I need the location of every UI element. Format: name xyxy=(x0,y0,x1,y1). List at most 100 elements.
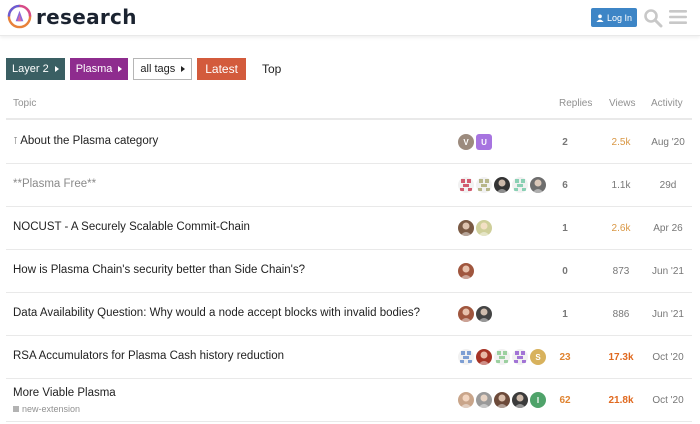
site-header: research Log In xyxy=(0,0,700,36)
category-parent-dropdown[interactable]: Layer 2 xyxy=(6,58,65,80)
category-dropdown[interactable]: Plasma xyxy=(69,58,129,80)
avatar[interactable] xyxy=(512,177,528,193)
avatar[interactable] xyxy=(458,177,474,193)
topic-title-text: How is Plasma Chain's security better th… xyxy=(13,264,306,276)
topic-title-link[interactable]: ⊺ About the Plasma category xyxy=(13,135,158,147)
tag-label: new-extension xyxy=(22,404,81,414)
view-count: 17.3k xyxy=(608,352,634,363)
topic-posters: S xyxy=(458,349,546,365)
topic-row[interactable]: More Viable Plasma new-extension I 62 21.8k O… xyxy=(6,379,692,422)
topic-title-link[interactable]: NOCUST - A Securely Scalable Commit-Chai… xyxy=(13,221,250,233)
caret-right-icon xyxy=(181,66,186,72)
avatar-letter: U xyxy=(481,137,487,147)
avatar[interactable] xyxy=(458,220,474,236)
avatar[interactable] xyxy=(512,392,528,408)
logo-icon xyxy=(7,4,32,29)
topic-row[interactable]: **Plasma Free** 6 1.1k 29d xyxy=(6,164,692,207)
topic-posters xyxy=(458,263,474,279)
reply-count[interactable]: 1 xyxy=(550,293,580,336)
topic-title-text: Data Availability Question: Why would a … xyxy=(13,307,420,319)
topic-row[interactable]: NOCUST - A Securely Scalable Commit-Chai… xyxy=(6,207,692,250)
topic-title-text: More Viable Plasma xyxy=(13,387,116,399)
avatar-letter: V xyxy=(463,137,469,147)
topic-title-link[interactable]: **Plasma Free** xyxy=(13,178,96,190)
avatar[interactable] xyxy=(494,349,510,365)
site-logo[interactable]: research xyxy=(7,4,137,29)
navigation-bar: Layer 2 Plasma all tags Latest Top xyxy=(6,58,289,80)
avatar[interactable] xyxy=(476,306,492,322)
pin-icon: ⊺ xyxy=(13,136,19,147)
view-count: 21.8k xyxy=(608,395,634,406)
topic-title-text: **Plasma Free** xyxy=(13,178,97,190)
avatar[interactable] xyxy=(458,392,474,408)
topic-posters xyxy=(458,306,492,322)
login-button[interactable]: Log In xyxy=(591,8,637,27)
view-count: 2.5k xyxy=(611,137,631,148)
tags-dropdown[interactable]: all tags xyxy=(133,58,193,80)
avatar[interactable] xyxy=(530,177,546,193)
topic-title-text: About the Plasma category xyxy=(20,135,159,147)
avatar[interactable] xyxy=(476,177,492,193)
last-activity[interactable]: Jun '21 xyxy=(646,293,690,336)
topic-title-link[interactable]: More Viable Plasma xyxy=(13,387,116,399)
tab-latest[interactable]: Latest xyxy=(197,58,246,80)
topic-row[interactable]: How is Plasma Chain's security better th… xyxy=(6,250,692,293)
last-activity[interactable]: Oct '20 xyxy=(646,379,690,422)
view-count: 1.1k xyxy=(611,180,631,191)
reply-count[interactable]: 2 xyxy=(550,121,580,164)
search-icon[interactable] xyxy=(643,8,663,28)
avatar[interactable]: I xyxy=(530,392,546,408)
avatar[interactable] xyxy=(494,392,510,408)
topic-posters: I xyxy=(458,392,546,408)
avatar[interactable] xyxy=(476,220,492,236)
column-views[interactable]: Views xyxy=(609,98,636,109)
reply-count[interactable]: 23 xyxy=(550,336,580,379)
topic-posters xyxy=(458,220,492,236)
tags-label: all tags xyxy=(140,63,176,75)
tab-top[interactable]: Top xyxy=(254,58,289,80)
avatar[interactable]: V xyxy=(458,134,474,150)
column-topic: Topic xyxy=(13,98,37,109)
reply-count[interactable]: 1 xyxy=(550,207,580,250)
topic-posters xyxy=(458,177,546,193)
hamburger-menu-icon[interactable] xyxy=(669,9,687,25)
topic-title-link[interactable]: How is Plasma Chain's security better th… xyxy=(13,264,305,276)
topic-title-text: NOCUST - A Securely Scalable Commit-Chai… xyxy=(13,221,250,233)
category-label: Plasma xyxy=(75,63,113,75)
view-count: 873 xyxy=(612,266,630,277)
last-activity[interactable]: Jun '21 xyxy=(646,250,690,293)
topic-row[interactable]: ⊺ About the Plasma category V U 2 2.5k Aug '20 xyxy=(6,121,692,164)
caret-right-icon xyxy=(54,66,59,72)
reply-count[interactable]: 6 xyxy=(550,164,580,207)
view-count: 2.6k xyxy=(611,223,631,234)
tag-square-icon xyxy=(13,406,19,412)
avatar[interactable] xyxy=(458,306,474,322)
topic-row[interactable]: RSA Accumulators for Plasma Cash history… xyxy=(6,336,692,379)
avatar[interactable] xyxy=(476,349,492,365)
avatar[interactable]: U xyxy=(476,134,492,150)
avatar[interactable] xyxy=(458,349,474,365)
reply-count[interactable]: 62 xyxy=(550,379,580,422)
last-activity[interactable]: Oct '20 xyxy=(646,336,690,379)
topic-title-link[interactable]: Data Availability Question: Why would a … xyxy=(13,307,420,319)
topic-title-text: RSA Accumulators for Plasma Cash history… xyxy=(13,350,285,362)
reply-count[interactable]: 0 xyxy=(550,250,580,293)
last-activity[interactable]: Apr 26 xyxy=(646,207,690,250)
topic-row[interactable]: Data Availability Question: Why would a … xyxy=(6,293,692,336)
column-activity[interactable]: Activity xyxy=(651,98,683,109)
avatar[interactable] xyxy=(512,349,528,365)
avatar[interactable] xyxy=(494,177,510,193)
avatar[interactable] xyxy=(476,392,492,408)
topic-title-link[interactable]: RSA Accumulators for Plasma Cash history… xyxy=(13,350,284,362)
avatar[interactable]: S xyxy=(530,349,546,365)
last-activity[interactable]: 29d xyxy=(646,164,690,207)
avatar-letter: I xyxy=(536,395,540,405)
caret-right-icon xyxy=(118,66,123,72)
column-replies[interactable]: Replies xyxy=(559,98,592,109)
login-label: Log In xyxy=(606,12,633,23)
view-count: 886 xyxy=(612,309,630,320)
topic-posters: VU xyxy=(458,134,492,150)
last-activity[interactable]: Aug '20 xyxy=(646,121,690,164)
topic-tag[interactable]: new-extension xyxy=(13,404,80,414)
avatar[interactable] xyxy=(458,263,474,279)
